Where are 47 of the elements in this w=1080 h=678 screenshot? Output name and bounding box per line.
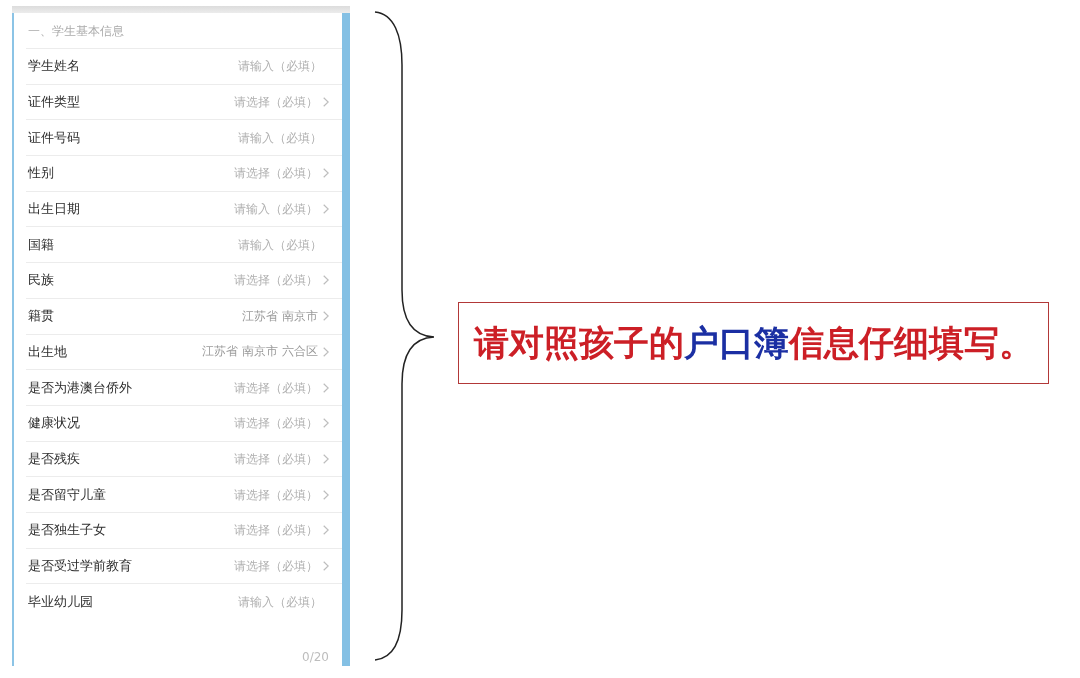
chevron-right-icon: [323, 204, 329, 215]
select-field[interactable]: 请选择（必填）: [231, 378, 318, 397]
chevron-right-icon: [323, 560, 329, 571]
field-label: 证件号码: [28, 128, 80, 147]
select-field[interactable]: 请选择（必填）: [231, 521, 318, 540]
character-counter: 0/20: [302, 650, 329, 664]
field-label: 出生日期: [28, 200, 80, 219]
field-label: 证件类型: [28, 93, 80, 112]
text-input[interactable]: 请输入（必填）: [235, 128, 322, 147]
select-field[interactable]: 江苏省 南京市: [238, 307, 318, 326]
chevron-right-icon: [323, 97, 329, 108]
select-field[interactable]: 江苏省 南京市 六合区: [198, 342, 318, 361]
chevron-right-icon: [323, 525, 329, 536]
select-field[interactable]: 请选择（必填）: [231, 414, 318, 433]
field-label: 是否残疾: [28, 449, 80, 468]
field-label: 健康状况: [28, 414, 80, 433]
select-field[interactable]: 请输入（必填）: [231, 200, 318, 219]
chevron-right-icon: [323, 275, 329, 286]
instruction-text: 请对照孩子的户口簿信息仔细填写。: [473, 322, 1034, 364]
field-label: 是否留守儿童: [28, 485, 106, 504]
select-field[interactable]: 请选择（必填）: [231, 164, 318, 183]
select-field[interactable]: 请选择（必填）: [231, 485, 318, 504]
field-label: 出生地: [28, 342, 67, 361]
field-label: 毕业幼儿园: [28, 592, 93, 611]
field-label: 籍贯: [28, 307, 54, 326]
chevron-right-icon: [323, 453, 329, 464]
text-input[interactable]: 请输入（必填）: [235, 592, 322, 611]
chevron-right-icon: [323, 418, 329, 429]
text-input[interactable]: 请输入（必填）: [235, 57, 322, 76]
field-label: 学生姓名: [28, 57, 80, 76]
field-label: 是否为港澳台侨外: [28, 378, 132, 397]
chevron-right-icon: [323, 489, 329, 500]
section-title: 一、学生基本信息: [28, 24, 124, 39]
select-field[interactable]: 请选择（必填）: [231, 271, 318, 290]
select-field[interactable]: 请选择（必填）: [231, 449, 318, 468]
field-label: 国籍: [28, 235, 54, 254]
field-label: 性别: [28, 164, 54, 183]
select-field[interactable]: 请选择（必填）: [231, 556, 318, 575]
field-label: 民族: [28, 271, 54, 290]
text-input[interactable]: 请输入（必填）: [235, 235, 322, 254]
chevron-right-icon: [323, 382, 329, 393]
field-label: 是否独生子女: [28, 521, 106, 540]
field-label: 是否受过学前教育: [28, 556, 132, 575]
chevron-right-icon: [323, 168, 329, 179]
chevron-right-icon: [323, 346, 329, 357]
select-field[interactable]: 请选择（必填）: [231, 93, 318, 112]
chevron-right-icon: [323, 311, 329, 322]
